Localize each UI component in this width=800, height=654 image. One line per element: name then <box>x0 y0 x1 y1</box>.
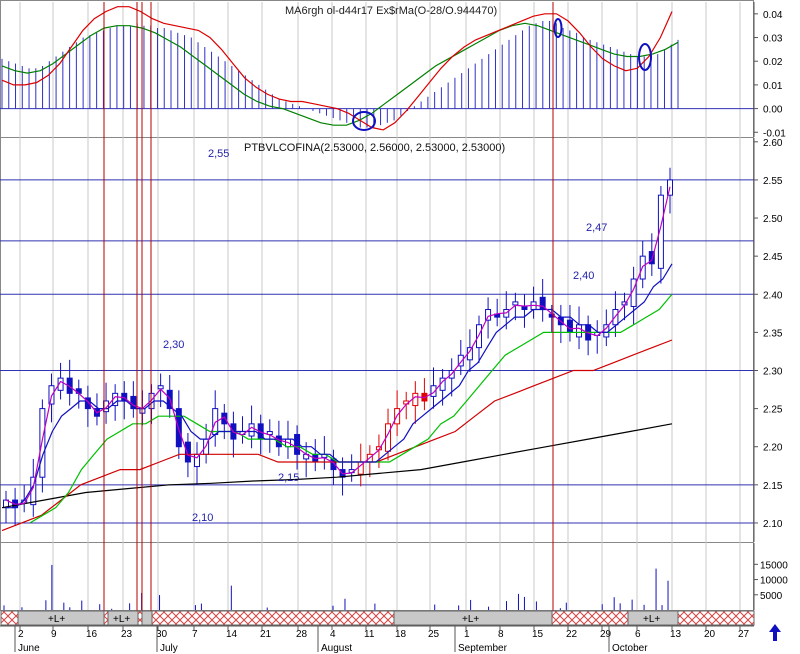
level-label-2-30: 2,30 <box>163 339 184 351</box>
x-tick-label: 22 <box>566 629 578 640</box>
tick-label: 2.45 <box>763 252 783 263</box>
x-tick-label: 6 <box>635 629 641 640</box>
volume-y-axis-ticks: 15000 10000 5000 <box>753 543 788 610</box>
timeline-segment-label: +L+ <box>113 614 130 625</box>
level-label-2-47: 2,47 <box>586 222 607 234</box>
ma-magenta-line <box>5 186 671 505</box>
timeline-strip: +L+ +L+ +L+ +L+ <box>0 610 755 626</box>
tick-label: 2.20 <box>763 443 783 454</box>
level-label-2-15: 2,15 <box>278 472 299 484</box>
x-tick-label: 23 <box>121 629 133 640</box>
tick-label: 2.60 <box>763 138 783 149</box>
candle-body <box>184 441 191 463</box>
macd-line <box>1 6 673 131</box>
tick-label: 2.15 <box>763 481 783 492</box>
candle-body <box>39 408 46 478</box>
tick-label: 0.01 <box>763 81 783 92</box>
candle-body <box>48 385 55 405</box>
macd-title: MA6rgh ol-d44r17 Ex$rMa(O-28/O.944470) <box>285 5 497 17</box>
up-arrow-icon[interactable] <box>769 624 781 641</box>
tick-label: 0.04 <box>763 10 783 21</box>
x-tick-label: 7 <box>192 629 198 640</box>
candle-body <box>157 385 164 390</box>
x-tick-label: 13 <box>670 629 682 640</box>
x-tick-label: 8 <box>498 629 504 640</box>
candle-body <box>521 305 528 311</box>
macd-y-axis-ticks: 0.040.030.020.010.00-0.01 <box>753 2 786 139</box>
candle-body <box>512 301 519 306</box>
month-label: July <box>160 643 178 654</box>
tick-label: 0.00 <box>763 105 783 116</box>
timeline-segment-label: +L+ <box>643 614 660 625</box>
price-y-axis-ticks: 2.60 2.55 2.50 2.45 2.40 2.35 2.30 2.25 2.20 2.15… <box>753 138 783 542</box>
level-label-2-40: 2,40 <box>573 270 594 282</box>
x-tick-label: 4 <box>330 629 336 640</box>
tick-label: 2.10 <box>763 519 783 530</box>
level-label-2-10: 2,10 <box>192 512 213 524</box>
highlight-circle <box>553 18 563 38</box>
x-tick-label: 27 <box>738 629 750 640</box>
x-tick-label: 11 <box>364 629 375 640</box>
month-label: September <box>458 643 508 654</box>
x-tick-label: 9 <box>51 629 57 640</box>
tick-label: 2.25 <box>763 405 783 416</box>
x-tick-label: 2 <box>18 629 24 640</box>
x-tick-label: 29 <box>600 629 612 640</box>
x-tick-label: 15 <box>532 629 544 640</box>
x-tick-label: 28 <box>296 629 308 640</box>
tick-label: 0.03 <box>763 34 783 45</box>
timeline-segment-label: +L+ <box>462 614 479 625</box>
month-label: October <box>612 643 648 654</box>
tick-label: 2.40 <box>763 290 783 301</box>
month-label: June <box>18 643 40 654</box>
candle-body <box>412 392 419 407</box>
tick-label: 15000 <box>760 560 788 571</box>
stock-chart: MA6rgh ol-d44r17 Ex$rMa(O-28/O.944470) P… <box>0 0 788 654</box>
macd-panel <box>0 6 754 131</box>
candle-body <box>576 324 583 338</box>
tick-label: 2.50 <box>763 214 783 225</box>
price-panel <box>0 167 754 532</box>
candle-body <box>566 319 573 333</box>
candle-body <box>248 423 255 437</box>
x-tick-label: 16 <box>86 629 98 640</box>
level-label-2-55: 2,55 <box>208 148 229 160</box>
x-tick-label: 20 <box>704 629 716 640</box>
timeline-segment-label: +L+ <box>48 614 65 625</box>
x-tick-label: 1 <box>464 629 470 640</box>
tick-label: 2.30 <box>763 366 783 377</box>
tick-label: 2.55 <box>763 176 783 187</box>
price-title: PTBVLCOFINA(2.53000, 2.56000, 2.53000, 2… <box>244 142 505 154</box>
x-tick-label: 18 <box>395 629 407 640</box>
tick-label: 5000 <box>760 591 783 602</box>
tick-label: 10000 <box>760 576 788 587</box>
tick-label: 2.35 <box>763 328 783 339</box>
x-tick-label: 14 <box>226 629 238 640</box>
candle-body <box>485 309 492 321</box>
x-tick-label: 30 <box>156 629 168 640</box>
x-tick-label: 25 <box>428 629 440 640</box>
ma-red-line <box>1 339 673 532</box>
tick-label: 0.02 <box>763 57 783 68</box>
ma-black-line <box>1 423 673 509</box>
month-label: August <box>321 643 352 654</box>
timeline-segment <box>141 610 153 626</box>
x-tick-label: 21 <box>260 629 272 640</box>
x-axis: 2 9 16 23 30 7 14 21 28 4 11 18 25 1 8 15 22 29 6 13 20 27Jun… <box>0 625 754 654</box>
level-labels: 2,55 2,47 2,40 2,30 2,15 2,10 <box>163 148 607 524</box>
